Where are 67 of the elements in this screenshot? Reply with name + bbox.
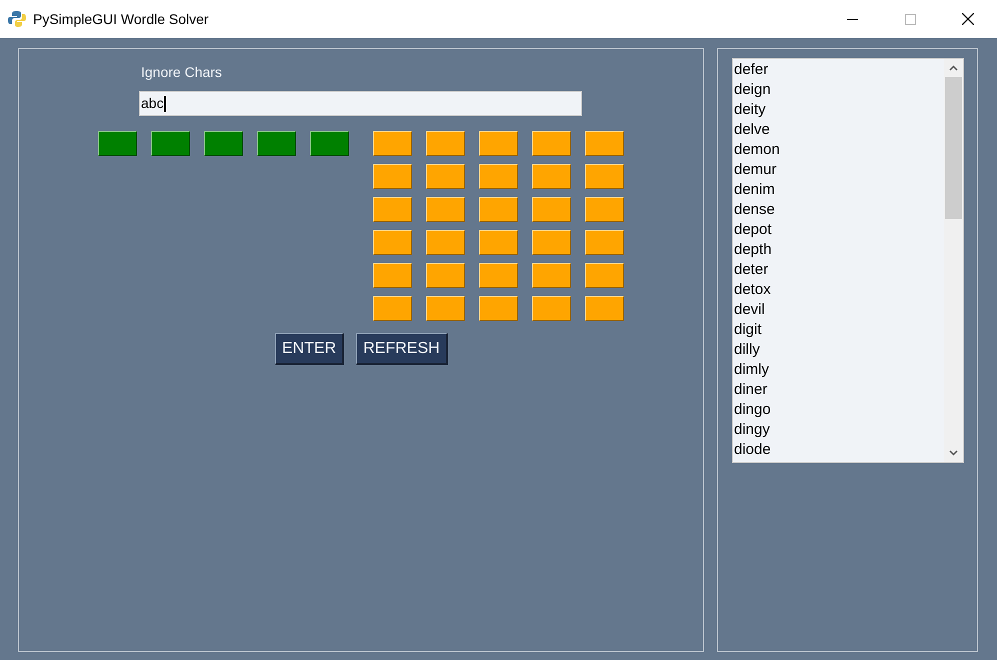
letter-field[interactable]	[585, 296, 624, 321]
letter-field[interactable]	[310, 131, 349, 156]
app-logo-icon	[8, 10, 26, 28]
word-item[interactable]: dingy	[734, 420, 944, 440]
word-item[interactable]: dimly	[734, 360, 944, 380]
field-label: Ignore Chars	[141, 63, 222, 82]
letter-field[interactable]	[585, 197, 624, 222]
ignore-chars-field[interactable]: abc	[139, 91, 582, 116]
word-item[interactable]: dense	[734, 200, 944, 220]
letter-field[interactable]	[373, 263, 412, 288]
letter-field[interactable]	[585, 164, 624, 189]
scroll-down-icon[interactable]	[949, 450, 958, 456]
word-item[interactable]: diode	[734, 440, 944, 460]
word-item[interactable]: detox	[734, 280, 944, 300]
letter-field[interactable]	[585, 230, 624, 255]
word-list[interactable]: defer deign deity delve demon demur denim dense depot depth deter detox devil digit dilly dimly diner dingo dingy diode	[732, 58, 964, 463]
enter-button[interactable]: ENTER	[275, 333, 344, 365]
letter-field[interactable]	[426, 164, 465, 189]
letter-field[interactable]	[426, 263, 465, 288]
letter-field[interactable]	[585, 263, 624, 288]
letter-field[interactable]	[426, 296, 465, 321]
word-item[interactable]: devil	[734, 300, 944, 320]
scroll-thumb[interactable]	[945, 77, 962, 219]
letter-field[interactable]	[479, 197, 518, 222]
word-item[interactable]: demon	[734, 140, 944, 160]
scroll-up-icon[interactable]	[949, 65, 958, 71]
letter-field[interactable]	[532, 296, 571, 321]
word-item[interactable]: digit	[734, 320, 944, 340]
word-item[interactable]: deign	[734, 80, 944, 100]
letter-field[interactable]	[151, 131, 190, 156]
letter-field[interactable]	[532, 197, 571, 222]
close-icon[interactable]	[962, 13, 974, 25]
letter-field[interactable]	[479, 164, 518, 189]
letter-field[interactable]	[479, 131, 518, 156]
letter-field[interactable]	[532, 263, 571, 288]
word-item[interactable]: dilly	[734, 340, 944, 360]
refresh-button[interactable]: REFRESH	[356, 333, 448, 365]
letter-field[interactable]	[373, 230, 412, 255]
word-item[interactable]: diner	[734, 380, 944, 400]
letter-field[interactable]	[479, 263, 518, 288]
letter-field[interactable]	[373, 164, 412, 189]
letter-field[interactable]	[373, 296, 412, 321]
letter-field[interactable]	[479, 230, 518, 255]
letter-field[interactable]	[257, 131, 296, 156]
letter-field[interactable]	[532, 131, 571, 156]
scrollbar[interactable]	[944, 59, 963, 462]
letter-field[interactable]	[426, 230, 465, 255]
word-item[interactable]: deter	[734, 260, 944, 280]
letter-field[interactable]	[532, 164, 571, 189]
word-item[interactable]: dingo	[734, 400, 944, 420]
word-item[interactable]: defer	[734, 60, 944, 80]
window-title: PySimpleGUI Wordle Solver	[33, 10, 209, 29]
letter-field[interactable]	[426, 197, 465, 222]
letter-field[interactable]	[98, 131, 137, 156]
letter-field[interactable]	[585, 131, 624, 156]
letter-field[interactable]	[532, 230, 571, 255]
letter-field[interactable]	[373, 131, 412, 156]
word-item[interactable]: delve	[734, 120, 944, 140]
letter-field[interactable]	[204, 131, 243, 156]
word-item[interactable]: denim	[734, 180, 944, 200]
word-item[interactable]: depot	[734, 220, 944, 240]
letter-field[interactable]	[479, 296, 518, 321]
word-item[interactable]: demur	[734, 160, 944, 180]
word-item[interactable]: deity	[734, 100, 944, 120]
letter-field[interactable]	[373, 197, 412, 222]
letter-field[interactable]	[426, 131, 465, 156]
word-item[interactable]: depth	[734, 240, 944, 260]
